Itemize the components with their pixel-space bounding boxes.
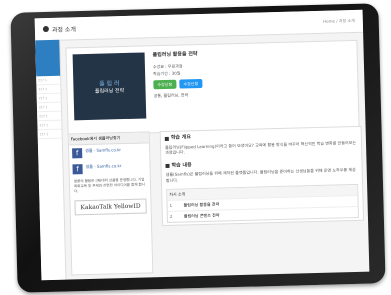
- content-text: 샘플(Samfls)은 플립러닝을 위해 제작된 플랫폼입니다. 플립러닝을 준…: [165, 166, 356, 183]
- circle-icon: [42, 25, 49, 33]
- course-info: 플립러닝 활용을 전략 수강료 : 무료과정 학습기간 : 30일 수강신청 수…: [153, 51, 206, 126]
- content-section: 학습 내용 샘플(Samfls)은 플립러닝을 위해 제작된 플랫폼입니다. 플…: [161, 154, 362, 187]
- sidebar-item[interactable]: 217 1: [37, 129, 62, 140]
- facebook-post: 샘플의 활용은 (예)대리 상품을 운영합니다. 기업 특화교육 및 주제와 관…: [73, 177, 146, 194]
- enroll-button[interactable]: 수강신청: [153, 79, 177, 90]
- course-tags: 공통, 플립러닝, 전략: [153, 92, 189, 99]
- course-name: 플립러닝 활용을 전략: [152, 51, 198, 59]
- facebook-icon: f: [72, 148, 83, 159]
- sidebar-banner: [35, 39, 61, 77]
- course-buttons: 수강신청 수강신청: [153, 78, 204, 90]
- left-sidebar: 217 1 217 1 217 1 217 1 217 1 217 1 217 …: [35, 39, 67, 281]
- facebook-page-name[interactable]: 샘플 - Samfls.co.kr: [85, 147, 121, 158]
- course-details: 학습 개요 플립러닝(Flipped Learning)이라고 들어 보셨어요?…: [159, 125, 365, 227]
- thumb-subtitle: 플립러닝 전략: [94, 88, 125, 95]
- square-icon: [164, 136, 169, 141]
- course-period: 학습기간 : 30일: [153, 70, 181, 77]
- lesson-number: 1: [169, 202, 173, 208]
- breadcrumb[interactable]: Home / 과정 소개: [323, 18, 355, 25]
- tablet-screen: 과정 소개 Home / 과정 소개 217 1 217 1 217 1 217…: [34, 9, 370, 281]
- page-title: 과정 소개: [42, 24, 77, 34]
- lesson-title[interactable]: 플립러닝 콘텐츠 전략: [184, 213, 220, 220]
- lesson-table: 차시 소개 1 플립러닝 활용을 전략 2 플립러닝 콘텐츠 전략: [166, 183, 359, 223]
- lesson-title[interactable]: 플립러닝 활용을 전략: [183, 202, 219, 209]
- photo-stage: 과정 소개 Home / 과정 소개 217 1 217 1 217 1 217…: [0, 0, 391, 295]
- facebook-icon-2: f: [72, 164, 83, 175]
- kakao-banner[interactable]: KakaoTalk YellowID: [74, 198, 147, 216]
- course-thumbnail: 플 립 러 플립러닝 전략: [72, 52, 147, 121]
- lesson-number: 2: [169, 213, 173, 219]
- course-card: 플 립 러 플립러닝 전략 플립러닝 활용을 전략 수강료 : 무료과정 학습기…: [65, 39, 360, 136]
- facebook-page-name-2[interactable]: 샘플 - Samfls.co.kr: [85, 163, 121, 174]
- enroll-button-2[interactable]: 수강신청: [179, 78, 203, 89]
- page-title-text: 과정 소개: [51, 25, 77, 34]
- intro-text: 플립러닝(Flipped Learning)이라고 들어 보셨어요? 교육에 활…: [164, 139, 357, 155]
- square-icon-2: [165, 164, 170, 169]
- facebook-widget: Facebook에서 샘플러닝찾기 f 샘플 - Samfls.co.kr f …: [67, 131, 154, 276]
- main-content: 플 립 러 플립러닝 전략 플립러닝 활용을 전략 수강료 : 무료과정 학습기…: [65, 39, 365, 276]
